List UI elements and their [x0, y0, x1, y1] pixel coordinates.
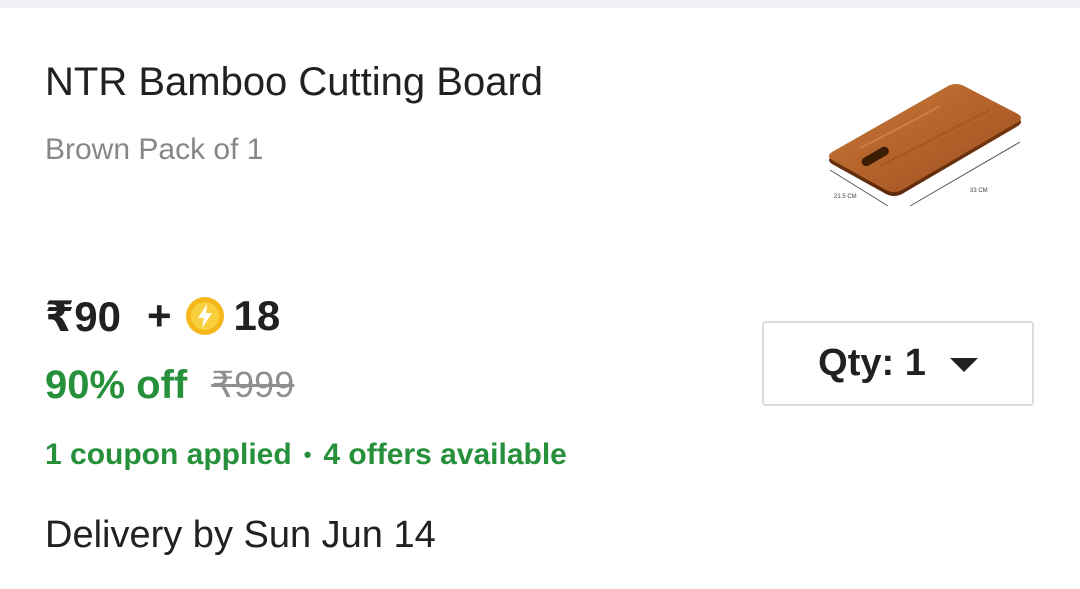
selling-price: ₹90: [45, 292, 121, 340]
discount-row: 90% off ₹999: [45, 360, 294, 410]
quantity-dropdown[interactable]: Qty: 1: [762, 321, 1034, 406]
product-variant: Brown Pack of 1: [45, 133, 264, 166]
original-price: ₹999: [211, 364, 295, 405]
offers-row[interactable]: 1 coupon applied • 4 offers available: [45, 436, 567, 474]
supercoin-count: 18: [233, 292, 281, 339]
offers-available-text[interactable]: 4 offers available: [323, 438, 566, 472]
product-title[interactable]: NTR Bamboo Cutting Board: [45, 58, 543, 106]
supercoin-icon: [186, 297, 225, 335]
quantity-label: Qty: 1: [818, 342, 926, 384]
plus-sign: +: [146, 292, 172, 339]
separator-dot: •: [303, 442, 312, 467]
discount-percent: 90% off: [45, 362, 188, 407]
top-divider: [0, 0, 1080, 8]
dimension-label-width: 21.5 CM: [834, 194, 857, 200]
price-row: ₹90 + 18: [45, 290, 280, 342]
delivery-date: Delivery by Sun Jun 14: [45, 514, 436, 556]
product-image[interactable]: 21.5 CM 33 CM: [820, 80, 1035, 215]
dimension-label-length: 33 CM: [970, 188, 988, 194]
chevron-down-icon: [949, 357, 978, 372]
coupon-applied-text[interactable]: 1 coupon applied: [45, 438, 292, 472]
